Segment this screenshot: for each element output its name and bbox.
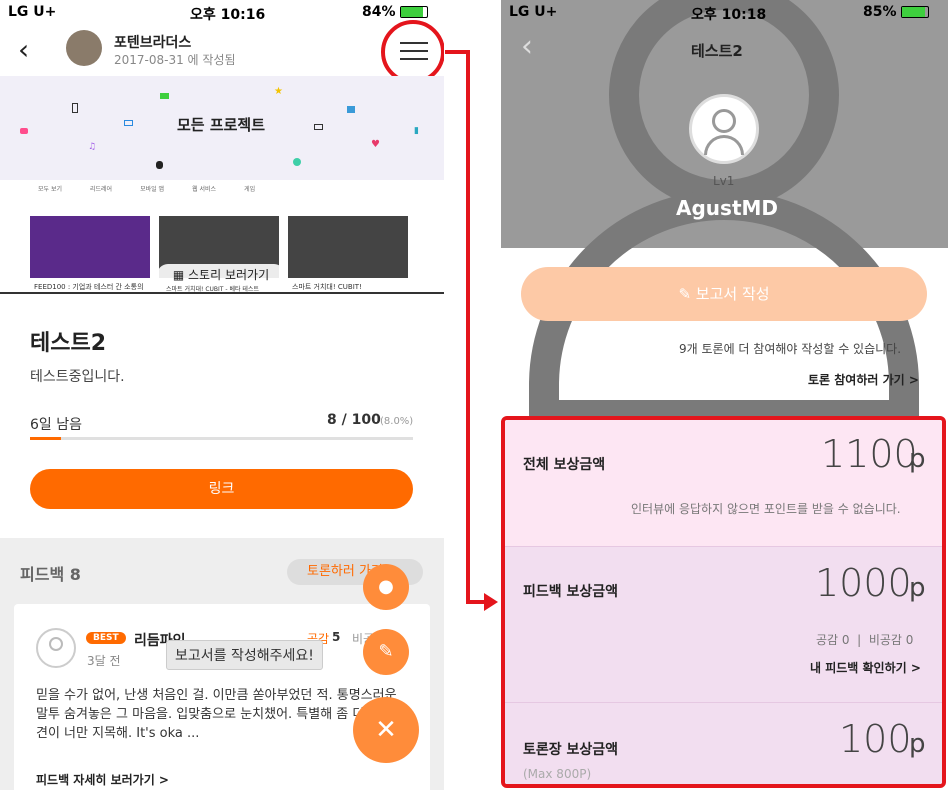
banner-tab[interactable]: 웹 서비스 bbox=[192, 184, 216, 193]
join-discussion-link[interactable]: 토론 참여하러 가기 > bbox=[808, 371, 919, 388]
like-count: 5 bbox=[332, 630, 341, 644]
banner-tab[interactable]: 게임 bbox=[244, 184, 255, 193]
reward-unit: p bbox=[909, 729, 926, 759]
card-caption: 스마트 거치대! CUBIT - 베타 테스트 bbox=[166, 286, 259, 293]
status-time: 오후 10:16 bbox=[190, 7, 266, 23]
toast-message: 보고서를 작성해주세요! bbox=[166, 640, 323, 670]
status-carrier: LG U+ bbox=[8, 4, 57, 20]
user-avatar-icon bbox=[36, 628, 76, 668]
participant-pct: (8.0%) bbox=[380, 416, 414, 427]
battery-icon bbox=[400, 6, 428, 18]
project-card[interactable] bbox=[30, 216, 150, 278]
battery-icon bbox=[901, 6, 929, 18]
project-banner[interactable]: 모든 프로젝트 ♫ ★ ♥ ▮ 모두 보기 리드레어 모바일 앱 웹 서비스 게… bbox=[0, 76, 444, 294]
rewards-box: 전체 보상금액 1100 p 인터뷰에 응답하지 않으면 포인트를 받을 수 없… bbox=[501, 416, 946, 788]
film-icon: ▦ bbox=[172, 268, 189, 282]
card-caption: 스마트 거치대! CUBIT! bbox=[292, 283, 362, 291]
username: AgustMD bbox=[676, 196, 779, 220]
close-fab-icon[interactable]: ✕ bbox=[353, 697, 419, 763]
write-fab-icon[interactable]: ✎ bbox=[363, 629, 409, 675]
story-button-label: 스토리 보러가기 bbox=[188, 268, 270, 282]
banner-tabs[interactable]: 모두 보기 리드레어 모바일 앱 웹 서비스 게임 bbox=[38, 184, 255, 193]
left-screen: LG U+ 오후 10:16 84% ‹ 포텐브라더스 2017-08-31 에… bbox=[0, 0, 444, 790]
feedback-header: 피드백 8 bbox=[20, 565, 81, 584]
reward-value: 100 bbox=[839, 717, 912, 761]
feedback-time: 3달 전 bbox=[87, 654, 121, 668]
status-time: 오후 10:18 bbox=[691, 7, 767, 23]
reward-value: 1100 bbox=[821, 432, 918, 476]
link-button[interactable]: 링크 bbox=[30, 469, 413, 509]
card-caption: FEED100 : 기업과 테스터 간 소통의 bbox=[34, 283, 144, 291]
reward-stats: 공감 0 | 비공감 0 bbox=[816, 633, 914, 647]
banner-tab[interactable]: 리드레어 bbox=[90, 184, 112, 193]
best-badge: BEST bbox=[86, 632, 126, 644]
progress-bar bbox=[30, 437, 413, 440]
banner-tab[interactable]: 모바일 앱 bbox=[140, 184, 164, 193]
my-feedback-link[interactable]: 내 피드백 확인하기 > bbox=[810, 659, 921, 676]
participant-count: 8 / 100 bbox=[327, 412, 381, 428]
project-title: 테스트2 bbox=[30, 331, 107, 356]
banner-title: 모든 프로젝트 bbox=[177, 116, 266, 134]
user-level: Lv1 bbox=[713, 174, 735, 188]
banner-tab[interactable]: 모두 보기 bbox=[38, 184, 62, 193]
page-title: 테스트2 bbox=[691, 42, 743, 60]
menu-icon[interactable] bbox=[400, 42, 428, 60]
story-button[interactable]: ▦ 스토리 보러가기 bbox=[157, 264, 285, 286]
write-report-button[interactable]: ✎ 보고서 작성 bbox=[521, 267, 927, 321]
author-date: 2017-08-31 에 작성됨 bbox=[114, 53, 236, 67]
back-icon[interactable]: ‹ bbox=[521, 32, 533, 62]
profile-avatar-icon bbox=[689, 94, 759, 164]
feedback-detail-link[interactable]: 피드백 자세히 보러가기 > bbox=[36, 771, 169, 788]
status-battery: 84% bbox=[362, 4, 396, 20]
progress-fill bbox=[30, 437, 61, 440]
reward-sub: (Max 800P) bbox=[523, 767, 592, 781]
chat-fab-icon[interactable]: ● bbox=[363, 564, 409, 610]
author-name: 포텐브라더스 bbox=[114, 35, 192, 51]
avatar bbox=[66, 30, 102, 66]
feedback-reward-row: 피드백 보상금액 1000 p 공감 0 | 비공감 0 내 피드백 확인하기 … bbox=[505, 546, 942, 702]
reward-unit: p bbox=[909, 444, 926, 474]
connector-arrow-icon bbox=[484, 593, 498, 611]
reward-unit: p bbox=[909, 573, 926, 603]
write-report-label: 보고서 작성 bbox=[695, 285, 770, 303]
reward-note: 인터뷰에 응답하지 않으면 포인트를 받을 수 없습니다. bbox=[631, 502, 901, 516]
back-icon[interactable]: ‹ bbox=[18, 36, 29, 64]
reward-value: 1000 bbox=[815, 561, 912, 605]
total-reward-row: 전체 보상금액 1100 p 인터뷰에 응답하지 않으면 포인트를 받을 수 없… bbox=[505, 420, 942, 546]
status-carrier: LG U+ bbox=[509, 4, 558, 20]
project-desc: 테스트중입니다. bbox=[30, 369, 125, 385]
edit-icon: ✎ bbox=[678, 285, 696, 303]
connector-line bbox=[466, 600, 486, 604]
reward-label: 피드백 보상금액 bbox=[523, 584, 619, 600]
discussion-reward-row: 토론장 보상금액 100 p (Max 800P) bbox=[505, 702, 942, 784]
days-remaining: 6일 남음 bbox=[30, 417, 82, 433]
status-battery: 85% bbox=[863, 4, 897, 20]
project-card[interactable] bbox=[288, 216, 408, 278]
reward-label: 전체 보상금액 bbox=[523, 457, 606, 473]
reward-label: 토론장 보상금액 bbox=[523, 742, 619, 758]
report-notice: 9개 토론에 더 참여해야 작성할 수 있습니다. bbox=[679, 342, 902, 356]
connector-line bbox=[466, 50, 470, 604]
